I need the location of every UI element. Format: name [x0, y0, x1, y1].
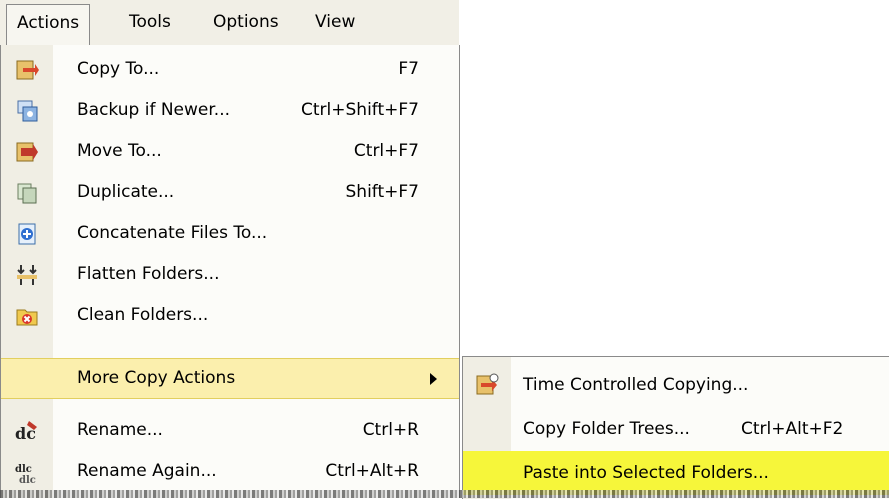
submenu-item-label: Paste into Selected Folders... — [523, 463, 769, 483]
move-to-icon — [15, 140, 39, 164]
menu-item-clean-folders[interactable]: Clean Folders... — [1, 295, 459, 336]
shortcut-label: Ctrl+Alt+F2 — [741, 419, 844, 439]
menu-item-more-copy-actions[interactable]: More Copy Actions — [1, 358, 459, 399]
duplicate-icon — [15, 181, 39, 205]
submenu-item-paste-into-selected-folders[interactable]: Paste into Selected Folders... — [463, 451, 889, 495]
shortcut-label: Ctrl+R — [362, 420, 419, 440]
menu-bar: Actions Tools Options View — [0, 0, 459, 47]
menu-item-label: More Copy Actions — [77, 368, 236, 388]
menu-item-label: Duplicate... — [77, 182, 175, 202]
more-copy-actions-submenu: Time Controlled Copying... Copy Folder T… — [462, 356, 889, 499]
submenu-item-time-controlled-copying[interactable]: Time Controlled Copying... — [463, 363, 889, 407]
menu-item-label: Concatenate Files To... — [77, 223, 268, 243]
shortcut-label: Shift+F7 — [345, 182, 419, 202]
menu-item-copy-to[interactable]: Copy To... F7 — [1, 49, 459, 90]
cropped-bottom-edge — [0, 490, 889, 498]
concatenate-icon — [15, 222, 39, 246]
menu-item-label: Clean Folders... — [77, 305, 209, 325]
menu-item-label: Rename... — [77, 420, 163, 440]
shortcut-label: F7 — [398, 59, 419, 79]
submenu-item-copy-folder-trees[interactable]: Copy Folder Trees... Ctrl+Alt+F2 — [463, 407, 889, 451]
menu-actions[interactable]: Actions — [6, 4, 91, 47]
menu-item-label: Rename Again... — [77, 461, 217, 481]
menu-item-label: Backup if Newer... — [77, 100, 231, 120]
copy-to-icon — [15, 58, 39, 82]
menu-item-duplicate[interactable]: Duplicate... Shift+F7 — [1, 172, 459, 213]
rename-icon: dc — [15, 419, 39, 443]
menu-view[interactable]: View — [305, 0, 365, 44]
submenu-arrow-icon — [430, 373, 437, 385]
shortcut-label: Ctrl+Alt+R — [325, 461, 419, 481]
menu-options[interactable]: Options — [203, 0, 289, 44]
time-copy-icon — [475, 373, 499, 397]
menu-item-label: Move To... — [77, 141, 162, 161]
submenu-item-label: Time Controlled Copying... — [523, 375, 749, 395]
menu-item-backup-if-newer[interactable]: Backup if Newer... Ctrl+Shift+F7 — [1, 90, 459, 131]
submenu-item-label: Copy Folder Trees... — [523, 419, 690, 439]
backup-icon — [15, 99, 39, 123]
shortcut-label: Ctrl+Shift+F7 — [301, 100, 419, 120]
menu-item-label: Copy To... — [77, 59, 160, 79]
menu-item-move-to[interactable]: Move To... Ctrl+F7 — [1, 131, 459, 172]
menu-tools[interactable]: Tools — [119, 0, 181, 44]
flatten-icon — [15, 263, 39, 287]
menu-item-concatenate-files[interactable]: Concatenate Files To... — [1, 213, 459, 254]
menu-item-flatten-folders[interactable]: Flatten Folders... — [1, 254, 459, 295]
actions-menu: Copy To... F7 Backup if Newer... Ctrl+Sh… — [0, 45, 460, 498]
svg-text:dlc: dlc — [15, 464, 32, 475]
clean-folders-icon — [15, 304, 39, 328]
menu-item-rename[interactable]: dc Rename... Ctrl+R — [1, 410, 459, 451]
shortcut-label: Ctrl+F7 — [353, 141, 419, 161]
svg-text:dlc: dlc — [19, 475, 36, 484]
menu-item-rename-again[interactable]: dlc dlc Rename Again... Ctrl+Alt+R — [1, 451, 459, 492]
menu-item-label: Flatten Folders... — [77, 264, 220, 284]
rename-again-icon: dlc dlc — [15, 460, 39, 486]
